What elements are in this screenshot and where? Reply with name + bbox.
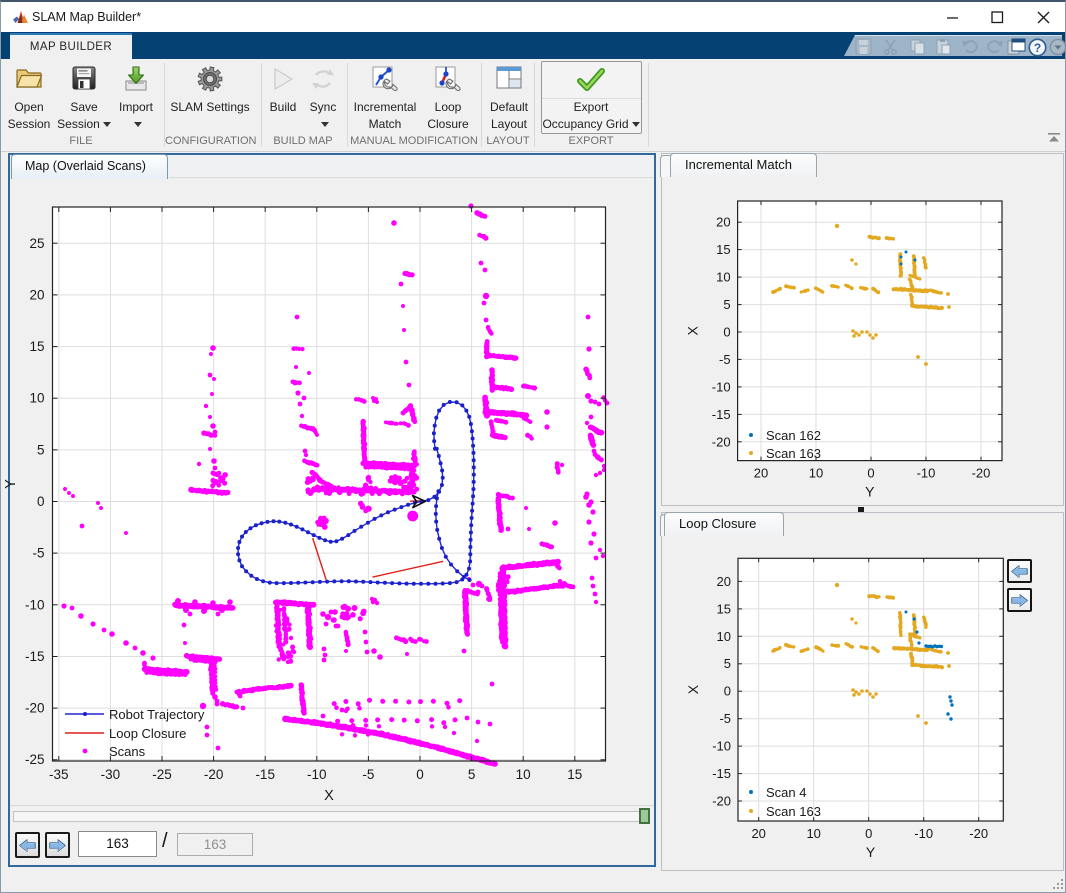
svg-text:Y: Y bbox=[865, 484, 875, 500]
svg-text:-15: -15 bbox=[255, 767, 275, 782]
svg-text:-20: -20 bbox=[969, 826, 988, 841]
svg-text:10: 10 bbox=[516, 767, 531, 782]
svg-text:10: 10 bbox=[29, 391, 44, 406]
svg-text:15: 15 bbox=[29, 339, 44, 354]
svg-text:Y: Y bbox=[3, 479, 19, 489]
svg-text:-10: -10 bbox=[914, 826, 933, 841]
svg-text:20: 20 bbox=[717, 574, 731, 589]
svg-text:10: 10 bbox=[717, 629, 731, 644]
svg-text:-15: -15 bbox=[712, 407, 731, 422]
svg-text:Scan 162: Scan 162 bbox=[766, 428, 821, 443]
svg-text:X: X bbox=[685, 684, 701, 694]
svg-text:20: 20 bbox=[754, 466, 768, 481]
svg-text:-20: -20 bbox=[972, 466, 991, 481]
svg-text:Scan 4: Scan 4 bbox=[766, 785, 806, 800]
svg-text:0: 0 bbox=[37, 494, 45, 509]
svg-text:-20: -20 bbox=[204, 767, 224, 782]
svg-text:-25: -25 bbox=[25, 752, 45, 767]
svg-text:5: 5 bbox=[723, 297, 730, 312]
svg-text:Loop Closure: Loop Closure bbox=[109, 726, 186, 741]
svg-text:-35: -35 bbox=[49, 767, 69, 782]
svg-text:-30: -30 bbox=[101, 767, 121, 782]
svg-text:15: 15 bbox=[567, 767, 582, 782]
svg-text:0: 0 bbox=[724, 684, 731, 699]
svg-text:-10: -10 bbox=[25, 597, 45, 612]
svg-text:-5: -5 bbox=[719, 352, 731, 367]
svg-text:25: 25 bbox=[29, 236, 44, 251]
svg-text:-5: -5 bbox=[362, 767, 374, 782]
svg-text:-5: -5 bbox=[32, 546, 44, 561]
svg-text:20: 20 bbox=[751, 826, 765, 841]
svg-text:X: X bbox=[324, 788, 334, 804]
svg-text:20: 20 bbox=[716, 215, 730, 230]
svg-text:-10: -10 bbox=[712, 379, 731, 394]
svg-text:-20: -20 bbox=[712, 434, 731, 449]
svg-text:-20: -20 bbox=[25, 701, 45, 716]
svg-text:5: 5 bbox=[468, 767, 476, 782]
svg-text:10: 10 bbox=[716, 270, 730, 285]
svg-text:X: X bbox=[685, 325, 701, 335]
svg-text:Scan 163: Scan 163 bbox=[766, 446, 821, 461]
svg-text:Scan 163: Scan 163 bbox=[766, 804, 821, 819]
svg-text:0: 0 bbox=[865, 826, 872, 841]
svg-text:-15: -15 bbox=[712, 766, 731, 781]
svg-text:5: 5 bbox=[37, 442, 45, 457]
svg-text:-10: -10 bbox=[712, 739, 731, 754]
svg-text:-20: -20 bbox=[712, 794, 731, 809]
svg-text:-25: -25 bbox=[152, 767, 172, 782]
svg-text:15: 15 bbox=[717, 601, 731, 616]
svg-text:10: 10 bbox=[806, 826, 820, 841]
svg-text:-10: -10 bbox=[917, 466, 936, 481]
svg-text:-10: -10 bbox=[307, 767, 327, 782]
svg-text:0: 0 bbox=[723, 325, 730, 340]
svg-text:10: 10 bbox=[809, 466, 823, 481]
svg-text:20: 20 bbox=[29, 287, 44, 302]
svg-text:0: 0 bbox=[416, 767, 424, 782]
svg-text:Robot Trajectory: Robot Trajectory bbox=[109, 707, 205, 722]
svg-text:Y: Y bbox=[866, 844, 876, 860]
svg-text:-15: -15 bbox=[25, 649, 45, 664]
svg-text:0: 0 bbox=[867, 466, 874, 481]
svg-text:Scans: Scans bbox=[109, 744, 146, 759]
svg-text:15: 15 bbox=[716, 242, 730, 257]
svg-text:-5: -5 bbox=[719, 711, 731, 726]
svg-text:5: 5 bbox=[724, 656, 731, 671]
